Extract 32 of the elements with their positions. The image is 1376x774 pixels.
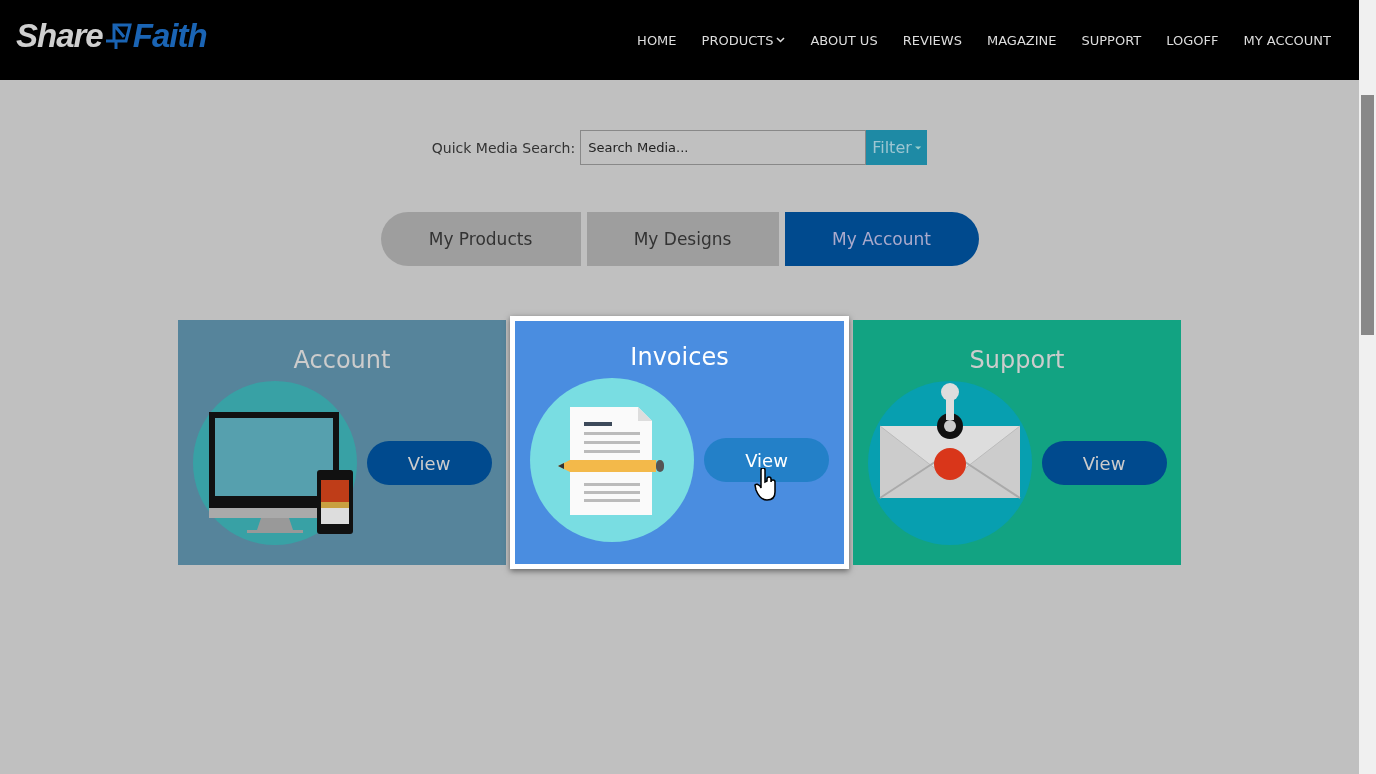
hand-cursor-icon bbox=[754, 468, 778, 502]
view-button[interactable]: View bbox=[366, 441, 492, 485]
caret-icon bbox=[914, 145, 922, 150]
monitor-and-phone-icon bbox=[192, 380, 357, 546]
chevron-down-icon bbox=[776, 37, 786, 43]
scrollbar[interactable] bbox=[1359, 0, 1376, 774]
envelope-with-seal-icon bbox=[867, 380, 1032, 546]
nav-link[interactable]: ABOUT US bbox=[810, 32, 878, 48]
card[interactable]: Invoices View bbox=[510, 316, 849, 569]
nav-link[interactable]: MAGAZINE bbox=[986, 32, 1057, 48]
card[interactable]: Account View bbox=[178, 320, 506, 565]
tab[interactable]: My Account bbox=[784, 212, 979, 266]
logo-text: Faith bbox=[132, 17, 207, 55]
nav-link[interactable]: LOGOFF bbox=[1166, 32, 1219, 48]
search-field[interactable]: Search Media... bbox=[580, 130, 867, 165]
card[interactable]: Support View bbox=[853, 320, 1181, 565]
flag-logo-icon bbox=[103, 21, 132, 51]
logo-text: Share bbox=[16, 17, 103, 55]
card-title: Invoices bbox=[630, 343, 729, 371]
nav-link[interactable]: REVIEWS bbox=[902, 32, 962, 48]
nav-link[interactable]: SUPPORT bbox=[1081, 32, 1142, 48]
view-button[interactable]: View bbox=[1041, 441, 1167, 485]
document-and-pencil-icon bbox=[530, 377, 694, 543]
card-title: Support bbox=[969, 346, 1065, 374]
nav-link[interactable]: PRODUCTS bbox=[701, 32, 786, 48]
view-button[interactable]: View bbox=[704, 438, 829, 482]
search-label: Quick Media Search: bbox=[431, 139, 576, 156]
nav-link[interactable]: MY ACCOUNT bbox=[1243, 32, 1331, 48]
card-title: Account bbox=[293, 346, 391, 374]
tab[interactable]: My Products bbox=[380, 212, 581, 266]
tab[interactable]: My Designs bbox=[586, 212, 779, 266]
nav-link[interactable]: HOME bbox=[637, 32, 677, 48]
